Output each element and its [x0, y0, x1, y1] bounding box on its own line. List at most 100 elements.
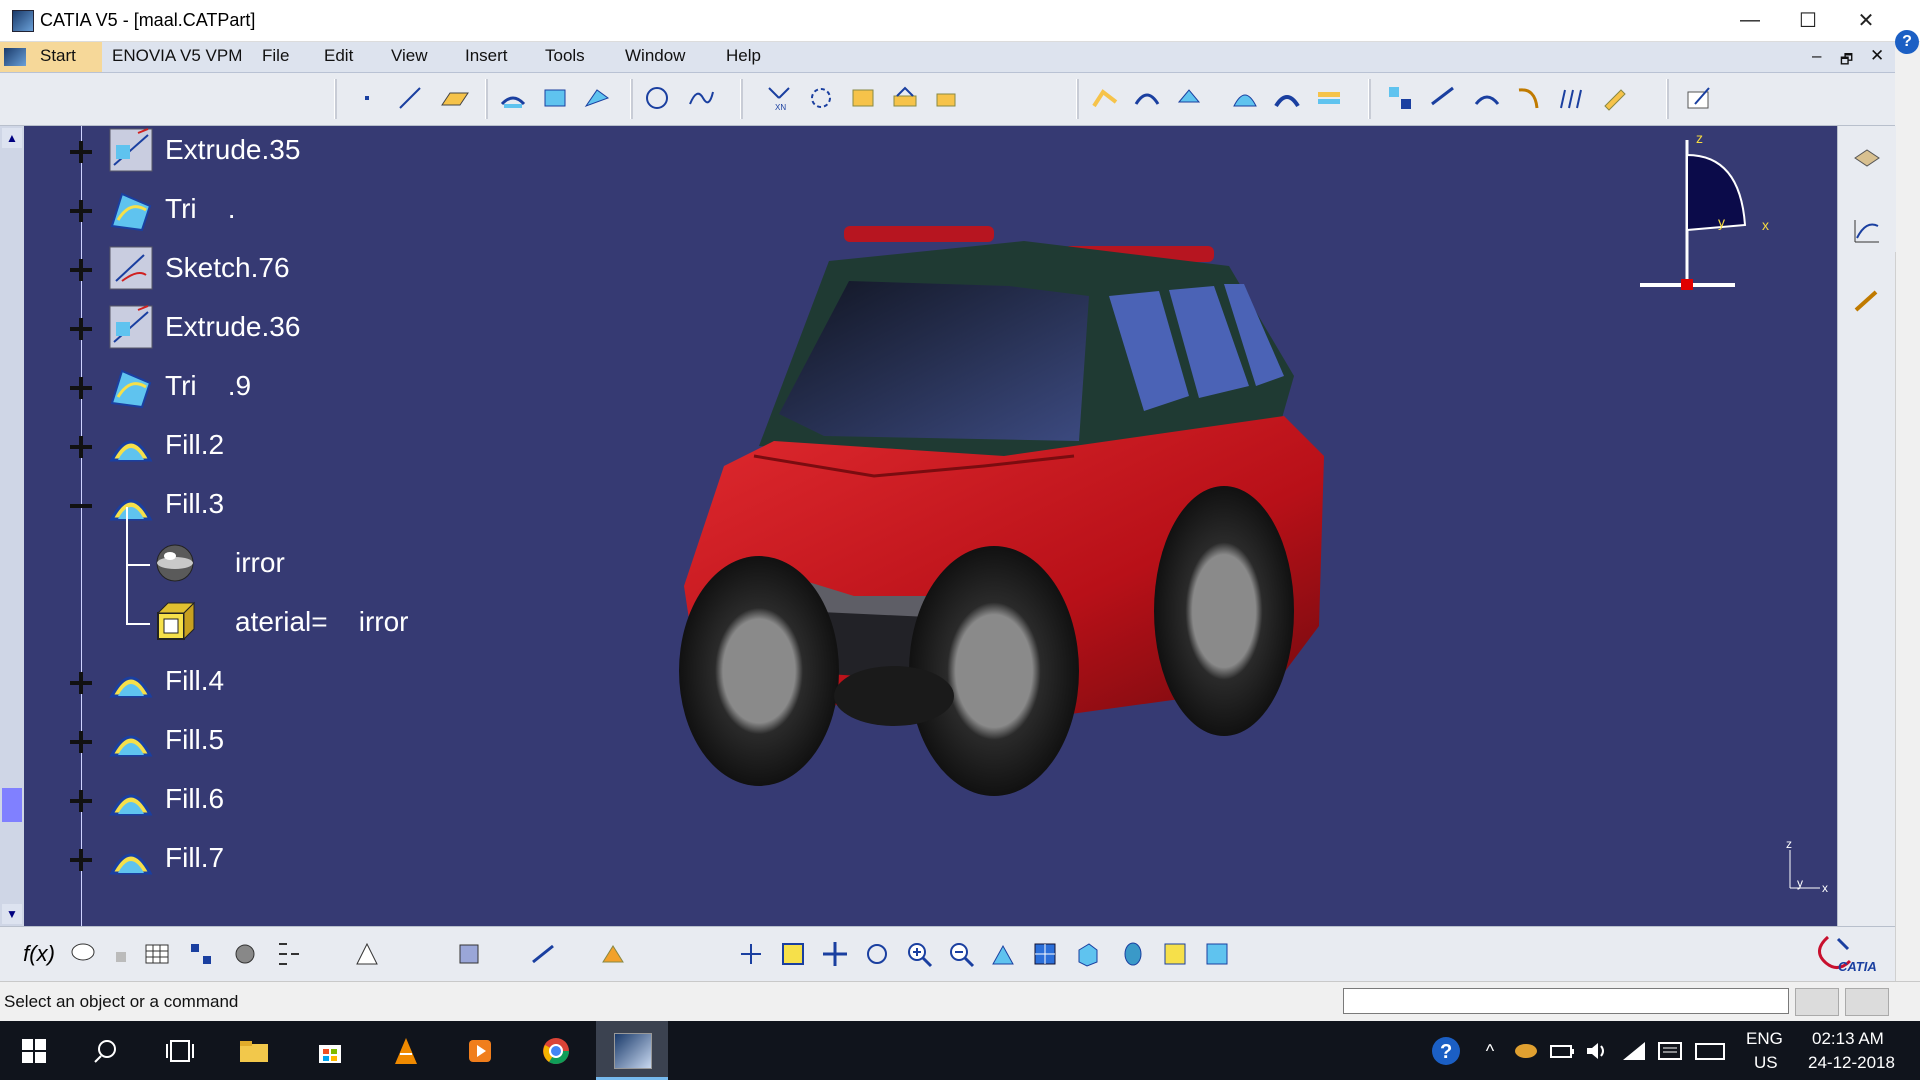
- menu-help[interactable]: Help: [726, 46, 761, 66]
- sketcher-icon[interactable]: [1684, 83, 1714, 113]
- catia-app-icon[interactable]: [12, 10, 34, 32]
- expand-plus-icon[interactable]: [70, 259, 92, 281]
- doc-restore-button[interactable]: 🗗: [1840, 49, 1853, 73]
- sketch-tracker-icon[interactable]: [528, 939, 558, 969]
- menu-edit[interactable]: Edit: [324, 46, 353, 66]
- view-mode-icon[interactable]: [1852, 146, 1882, 176]
- zoom-in-icon[interactable]: [904, 939, 934, 969]
- expand-plus-icon[interactable]: [70, 672, 92, 694]
- boundary-icon[interactable]: [848, 83, 878, 113]
- lock-icon[interactable]: [106, 939, 136, 969]
- close-button[interactable]: ✕: [1838, 0, 1894, 41]
- catalog-icon[interactable]: [186, 939, 216, 969]
- line-icon[interactable]: [395, 83, 425, 113]
- tree-node[interactable]: irror: [40, 507, 560, 591]
- translate-icon[interactable]: [932, 83, 962, 113]
- expand-plus-icon[interactable]: [70, 318, 92, 340]
- rotate-icon[interactable]: [862, 939, 892, 969]
- join-icon[interactable]: XN: [764, 83, 794, 113]
- multi-view-icon[interactable]: [1030, 939, 1060, 969]
- doc-minimize-button[interactable]: –: [1812, 46, 1821, 66]
- fill-icon[interactable]: [1230, 83, 1260, 113]
- menu-view[interactable]: View: [391, 46, 428, 66]
- comment-icon[interactable]: [68, 939, 98, 969]
- hide-show-icon[interactable]: [1160, 939, 1190, 969]
- tree-node[interactable]: Fill.2: [40, 419, 560, 473]
- fly-mode-icon[interactable]: [736, 939, 766, 969]
- tree-node[interactable]: Fill.7: [40, 832, 560, 886]
- minimize-button[interactable]: —: [1722, 0, 1778, 41]
- command-list-button[interactable]: [1795, 988, 1839, 1016]
- revolve-icon[interactable]: [540, 83, 570, 113]
- tree-node[interactable]: Sketch.76: [40, 242, 560, 296]
- tree-node[interactable]: Fill.6: [40, 773, 560, 827]
- tree-node[interactable]: Fill.5: [40, 714, 560, 768]
- expand-plus-icon[interactable]: [70, 377, 92, 399]
- store-icon[interactable]: [310, 1031, 350, 1071]
- clock-time[interactable]: 02:13 AM: [1812, 1029, 1884, 1049]
- maximize-button[interactable]: ☐: [1780, 0, 1836, 41]
- trim-icon[interactable]: [1132, 83, 1162, 113]
- menu-enovia[interactable]: ENOVIA V5 VPM: [112, 46, 242, 66]
- media-player-icon[interactable]: [460, 1031, 500, 1071]
- menu-start[interactable]: Start: [0, 42, 102, 72]
- healing-icon[interactable]: [806, 83, 836, 113]
- extrude-surface-icon[interactable]: [498, 83, 528, 113]
- collapse-minus-icon[interactable]: [70, 495, 92, 517]
- table-icon[interactable]: [142, 939, 172, 969]
- plane-icon[interactable]: [440, 83, 470, 113]
- fit-all-icon[interactable]: [778, 939, 808, 969]
- menu-window[interactable]: Window: [625, 46, 685, 66]
- connect-curve-icon[interactable]: [1514, 83, 1544, 113]
- expand-plus-icon[interactable]: [70, 200, 92, 222]
- edit-icon[interactable]: [1600, 83, 1630, 113]
- split-icon[interactable]: [1090, 83, 1120, 113]
- shading-icon[interactable]: [1118, 939, 1148, 969]
- menu-file[interactable]: File: [262, 46, 289, 66]
- normal-view-icon[interactable]: [988, 939, 1018, 969]
- curvature-icon[interactable]: [1472, 83, 1502, 113]
- tree-node[interactable]: Extrude.36: [40, 301, 560, 355]
- tree-scrollbar[interactable]: ▲ ▼: [0, 126, 24, 926]
- tree-node[interactable]: aterial= irror: [40, 566, 560, 650]
- expand-plus-icon[interactable]: [70, 790, 92, 812]
- measure-icon[interactable]: [1852, 286, 1882, 316]
- extract-icon[interactable]: [890, 83, 920, 113]
- blend-icon[interactable]: [1272, 83, 1302, 113]
- draft-analysis-icon[interactable]: [1428, 83, 1458, 113]
- wifi-icon[interactable]: [1614, 1031, 1654, 1071]
- apply-material-icon[interactable]: [1385, 83, 1415, 113]
- vlc-icon[interactable]: [386, 1031, 426, 1071]
- help-tray-icon[interactable]: ?: [1426, 1031, 1466, 1071]
- right-scrollbar[interactable]: [1895, 252, 1920, 982]
- notifications-icon[interactable]: [1650, 1031, 1690, 1071]
- tray-chevron-icon[interactable]: ^: [1470, 1031, 1510, 1071]
- expand-plus-icon[interactable]: [70, 849, 92, 871]
- hybrid-icon[interactable]: [454, 939, 484, 969]
- formula-icon[interactable]: f(x): [23, 939, 55, 969]
- multi-section-icon[interactable]: [1314, 83, 1344, 113]
- battery-icon[interactable]: [1542, 1031, 1582, 1071]
- compass-widget[interactable]: z y x: [1630, 130, 1780, 290]
- pan-icon[interactable]: [820, 939, 850, 969]
- zoom-out-icon[interactable]: [946, 939, 976, 969]
- search-icon[interactable]: [86, 1031, 126, 1071]
- windows-start-icon[interactable]: [14, 1031, 54, 1071]
- tree-node[interactable]: Tri .9: [40, 360, 560, 414]
- command-power-button[interactable]: [1845, 988, 1889, 1016]
- tray-app-icon[interactable]: [1506, 1031, 1546, 1071]
- knowledge-icon[interactable]: [230, 939, 260, 969]
- language-bottom[interactable]: US: [1754, 1053, 1778, 1073]
- iso-view-icon[interactable]: [1072, 939, 1102, 969]
- scan-icon[interactable]: [274, 939, 304, 969]
- update-icon[interactable]: [352, 939, 382, 969]
- scroll-down-arrow[interactable]: ▼: [2, 904, 22, 924]
- offset-icon[interactable]: [1174, 83, 1204, 113]
- menu-tools[interactable]: Tools: [545, 46, 585, 66]
- language-top[interactable]: ENG: [1746, 1029, 1783, 1049]
- doc-close-button[interactable]: ✕: [1870, 46, 1884, 66]
- tree-node[interactable]: Extrude.35: [40, 124, 560, 178]
- help-icon[interactable]: ?: [1895, 30, 1919, 54]
- expand-plus-icon[interactable]: [70, 141, 92, 163]
- tree-node[interactable]: Fill.4: [40, 655, 560, 709]
